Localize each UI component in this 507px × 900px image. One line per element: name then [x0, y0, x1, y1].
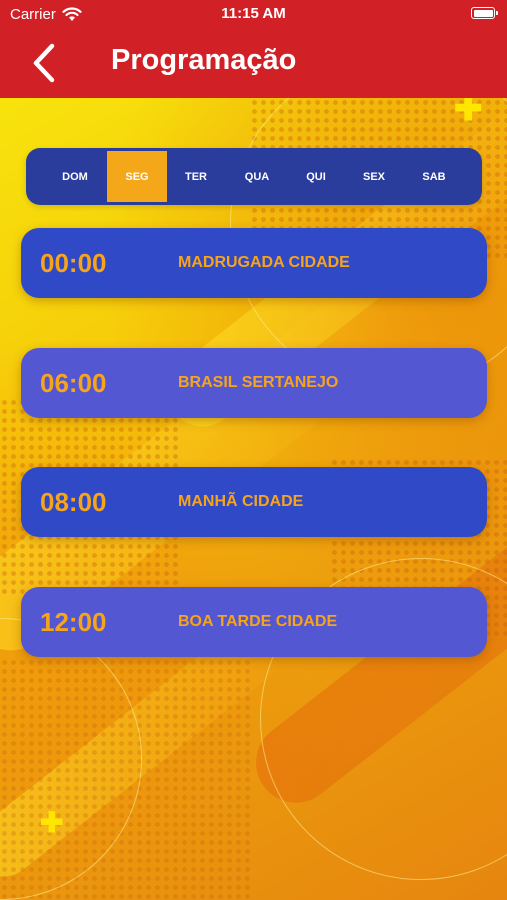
tab-ter[interactable]: TER: [166, 151, 226, 202]
schedule-card[interactable]: 06:00 BRASIL SERTANEJO: [21, 348, 487, 418]
tab-label: SEG: [125, 170, 149, 183]
tab-label: SEX: [362, 170, 385, 183]
tab-dom[interactable]: DOM: [45, 151, 105, 202]
battery-icon: [471, 7, 498, 19]
tab-label: TER: [185, 170, 207, 183]
chevron-left-icon: [33, 43, 55, 83]
tab-qua[interactable]: QUA: [227, 151, 287, 202]
schedule-card[interactable]: 08:00 MANHÃ CIDADE: [21, 467, 487, 537]
day-selector: DOM SEG TER QUA QUI SEX SAB: [26, 148, 482, 205]
tab-qui[interactable]: QUI: [286, 151, 346, 202]
tab-label: QUA: [244, 170, 270, 183]
plus-decoration-icon: ✚: [454, 98, 483, 128]
tab-sex[interactable]: SEX: [344, 151, 404, 202]
status-time: 11:15 AM: [221, 5, 286, 22]
schedule-time: 12:00: [40, 607, 107, 637]
plus-decoration-icon: ✚: [40, 807, 64, 838]
page-title: Programação: [111, 44, 297, 76]
nav-bar: Programação: [0, 30, 507, 98]
back-button[interactable]: [28, 42, 64, 84]
program-name: BOA TARDE CIDADE: [178, 613, 338, 630]
schedule-time: 08:00: [40, 487, 107, 517]
program-name: MADRUGADA CIDADE: [178, 254, 350, 271]
tab-seg[interactable]: SEG: [107, 151, 167, 202]
program-name: BRASIL SERTANEJO: [178, 374, 339, 391]
program-name: MANHÃ CIDADE: [178, 493, 304, 510]
tab-label: QUI: [306, 170, 326, 183]
schedule-card[interactable]: 00:00 MADRUGADA CIDADE: [21, 228, 487, 298]
tab-sab[interactable]: SAB: [404, 151, 464, 202]
schedule-time: 06:00: [40, 368, 107, 398]
status-bar: Carrier 11:15 AM: [0, 0, 507, 30]
schedule-card[interactable]: 12:00 BOA TARDE CIDADE: [21, 587, 487, 657]
schedule-time: 00:00: [40, 248, 107, 278]
tab-label: DOM: [62, 170, 88, 183]
tab-label: SAB: [422, 170, 446, 183]
